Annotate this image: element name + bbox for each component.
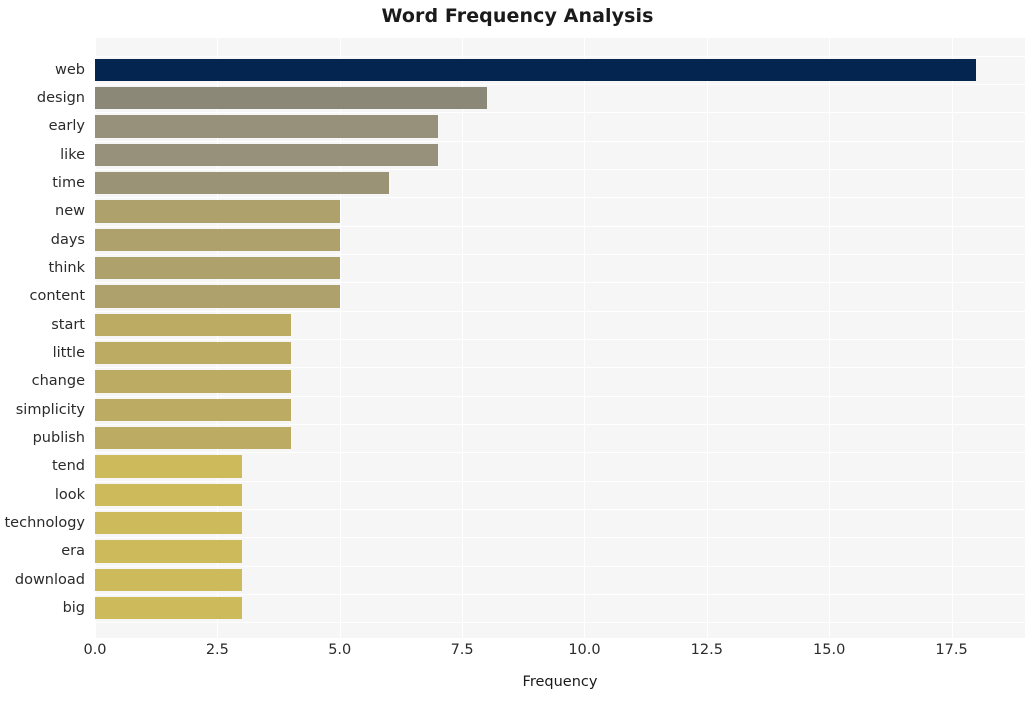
bar[interactable]: [95, 483, 242, 507]
y-axis-tick-label: content: [29, 288, 85, 305]
bar[interactable]: [95, 427, 291, 450]
bar[interactable]: [95, 143, 438, 166]
bar-row: [95, 84, 1025, 112]
bar[interactable]: [95, 512, 242, 535]
chart-title: Word Frequency Analysis: [381, 5, 654, 27]
y-axis-tick-label: big: [62, 600, 85, 617]
bar-row: [95, 594, 1025, 622]
bar[interactable]: [95, 200, 340, 223]
y-axis-tick-label: like: [60, 146, 85, 163]
bar-row: [95, 339, 1025, 367]
x-axis-tick-label: 10.0: [568, 642, 601, 658]
x-axis-tick-label: 0.0: [83, 642, 107, 658]
y-axis-tick-label: download: [14, 571, 85, 588]
gridline-horizontal: [95, 622, 1025, 624]
y-axis-tick-label: design: [36, 89, 85, 106]
y-axis-tick-label: era: [61, 543, 85, 560]
bar-row: [95, 282, 1025, 310]
y-axis-tick-label: technology: [4, 515, 85, 532]
bar[interactable]: [95, 398, 291, 421]
y-axis-tick-label: time: [52, 174, 85, 191]
bar-row: [95, 311, 1025, 339]
bar-row: [95, 537, 1025, 565]
bar-row: [95, 112, 1025, 140]
x-axis-tick-label: 2.5: [205, 642, 229, 658]
bar-row: [95, 141, 1025, 169]
bar-row: [95, 197, 1025, 225]
y-axis-tick-label: simplicity: [15, 401, 85, 418]
bar-row: [95, 367, 1025, 395]
bar-row: [95, 424, 1025, 452]
bar-row: [95, 509, 1025, 537]
x-axis-tick-label: 17.5: [935, 642, 968, 658]
bar[interactable]: [95, 313, 291, 336]
x-axis-tick-label: 7.5: [450, 642, 474, 658]
bar[interactable]: [95, 171, 389, 195]
bar-row: [95, 396, 1025, 424]
bar[interactable]: [95, 597, 242, 620]
bar[interactable]: [95, 285, 340, 308]
bar[interactable]: [95, 370, 291, 393]
y-axis-tick-label: look: [54, 486, 85, 503]
y-axis-tick-label: little: [52, 344, 85, 361]
bar[interactable]: [95, 58, 977, 81]
y-axis-tick-label: new: [55, 203, 85, 220]
bar[interactable]: [95, 341, 291, 365]
bar-row: [95, 254, 1025, 282]
bar[interactable]: [95, 228, 340, 251]
bar-row: [95, 452, 1025, 480]
bar[interactable]: [95, 256, 340, 280]
y-axis-tick-label: think: [48, 259, 86, 276]
x-axis-tick-label: 15.0: [813, 642, 846, 658]
y-axis-tick-label: start: [51, 316, 85, 333]
bar-row: [95, 566, 1025, 594]
y-axis-tick-label: days: [50, 231, 85, 248]
x-axis-tick-label: 5.0: [328, 642, 352, 658]
y-axis-tick-label: web: [55, 61, 85, 78]
chart-figure: Word Frequency Analysis web design early li…: [0, 0, 1035, 701]
y-axis-tick-label: early: [48, 118, 85, 135]
bar[interactable]: [95, 115, 438, 138]
y-axis-tick-label: publish: [32, 430, 85, 447]
bar-row: [95, 481, 1025, 509]
x-axis-label: Frequency: [522, 674, 598, 690]
bar-row: [95, 226, 1025, 254]
x-axis-tick-label: 12.5: [690, 642, 723, 658]
y-axis-tick-label: tend: [51, 458, 85, 475]
bar-row: [95, 169, 1025, 197]
bar[interactable]: [95, 86, 487, 110]
y-axis-tick-label: change: [31, 373, 85, 390]
bar[interactable]: [95, 455, 242, 478]
plot-area: web design early like time new days think conten…: [4, 38, 1025, 658]
bar[interactable]: [95, 540, 242, 563]
bar-row: [95, 56, 1025, 84]
bar[interactable]: [95, 568, 242, 592]
